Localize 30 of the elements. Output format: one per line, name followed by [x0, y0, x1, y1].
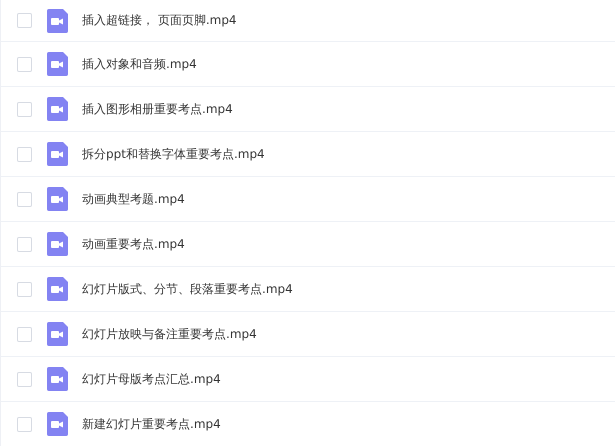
- video-file-icon: [47, 277, 68, 301]
- video-file-icon: [47, 142, 68, 166]
- file-name[interactable]: 动画典型考题.mp4: [82, 190, 185, 208]
- file-name[interactable]: 拆分ppt和替换字体重要考点.mp4: [82, 146, 265, 162]
- checkbox[interactable]: [17, 236, 32, 252]
- checkbox[interactable]: [17, 282, 32, 296]
- checkbox[interactable]: [17, 56, 32, 72]
- checkbox[interactable]: [17, 192, 32, 206]
- video-file-icon: [47, 322, 68, 346]
- checkbox[interactable]: [17, 13, 32, 28]
- checkbox[interactable]: [17, 102, 32, 116]
- file-name[interactable]: 新建幻灯片重要考点.mp4: [82, 416, 221, 432]
- video-file-icon: [47, 52, 68, 76]
- video-file-icon: [47, 187, 68, 211]
- file-name[interactable]: 插入图形相册重要考点.mp4: [82, 100, 233, 118]
- file-name[interactable]: 插入对象和音频.mp4: [82, 56, 197, 72]
- video-file-icon: [47, 412, 68, 436]
- checkbox[interactable]: [17, 146, 32, 162]
- file-name[interactable]: 幻灯片母版考点汇总.mp4: [82, 370, 221, 388]
- checkbox[interactable]: [17, 326, 32, 342]
- video-file-icon: [47, 8, 68, 32]
- file-name[interactable]: 幻灯片版式、分节、段落重要考点.mp4: [82, 280, 293, 298]
- file-name[interactable]: 幻灯片放映与备注重要考点.mp4: [82, 326, 257, 342]
- checkbox[interactable]: [17, 372, 32, 386]
- checkbox[interactable]: [17, 416, 32, 432]
- file-name[interactable]: 动画重要考点.mp4: [82, 236, 185, 252]
- file-name[interactable]: 插入超链接， 页面页脚.mp4: [82, 12, 237, 29]
- video-file-icon: [47, 367, 68, 391]
- video-file-icon: [47, 97, 68, 121]
- video-file-icon: [47, 232, 68, 256]
